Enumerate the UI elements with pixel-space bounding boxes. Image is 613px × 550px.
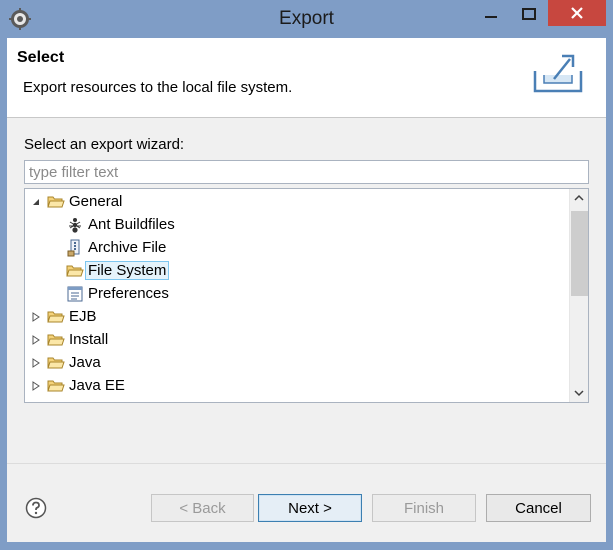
finish-button[interactable]: Finish [372,494,476,522]
tree-item-label: Preferences [88,285,169,302]
tree-item-archive-file[interactable]: Archive File [25,237,570,259]
chevron-up-icon [574,194,584,201]
collapsed-arrow-icon[interactable] [31,381,41,391]
collapsed-arrow-icon[interactable] [31,335,41,345]
cancel-button[interactable]: Cancel [486,494,591,522]
close-button[interactable] [548,0,606,26]
button-bar-divider [7,463,606,464]
tree-scrollbar[interactable] [569,189,588,402]
tree-item-ant-buildfiles[interactable]: Ant Buildfiles [25,214,570,236]
help-icon[interactable] [25,497,47,519]
expanded-arrow-icon[interactable] [31,197,41,207]
folder-open-icon [47,380,65,392]
tree-item-label: Install [69,331,109,348]
wizard-prompt-label: Select an export wizard: [24,136,185,153]
tree-item-label: Ant Buildfiles [88,216,175,233]
wizard-banner: Select Export resources to the local fil… [7,38,606,118]
scrollbar-thumb[interactable] [571,211,588,296]
dialog-body: Select Export resources to the local fil… [7,38,606,542]
tree-item-install[interactable]: Install [25,329,570,351]
tree-item-label: General [69,193,123,210]
tree-item-label: Java EE [69,377,125,394]
page-description: Export resources to the local file syste… [23,79,293,96]
wizard-tree[interactable]: General Ant Buildfiles Archive File File… [24,188,589,403]
folder-open-icon [47,196,65,208]
export-dialog: Export Select Export resources to the lo… [0,0,613,550]
tree-item-java-ee[interactable]: Java EE [25,375,570,397]
tree-item-ejb[interactable]: EJB [25,306,570,328]
maximize-button[interactable] [512,2,546,26]
filter-input[interactable] [24,160,589,184]
folder-open-icon [47,311,65,323]
title-bar[interactable]: Export [0,0,613,38]
tree-item-label: File System [84,261,170,280]
chevron-down-icon [574,390,584,397]
tree-item-file-system[interactable]: File System [25,260,570,282]
tree-item-label: Java [69,354,101,371]
scroll-down-button[interactable] [570,384,588,402]
ant-icon [69,218,81,233]
minimize-button[interactable] [474,2,508,26]
back-button[interactable]: < Back [151,494,254,522]
tree-item-java[interactable]: Java [25,352,570,374]
tree-item-general[interactable]: General [25,191,570,213]
scroll-up-button[interactable] [570,189,588,207]
collapsed-arrow-icon[interactable] [31,358,41,368]
close-icon [571,7,583,19]
minimize-icon [485,16,497,18]
next-button[interactable]: Next > [258,494,362,522]
tree-item-preferences[interactable]: Preferences [25,283,570,305]
page-title: Select [17,49,65,66]
export-wizard-icon [533,54,583,93]
archive-icon [67,239,80,257]
tree-item-label: Archive File [88,239,167,256]
collapsed-arrow-icon[interactable] [31,312,41,322]
tree-item-label: EJB [69,308,97,325]
folder-open-icon [47,357,65,369]
folder-open-icon [47,334,65,346]
maximize-icon [522,8,536,20]
preferences-icon [67,286,83,302]
folder-open-icon [66,265,84,277]
